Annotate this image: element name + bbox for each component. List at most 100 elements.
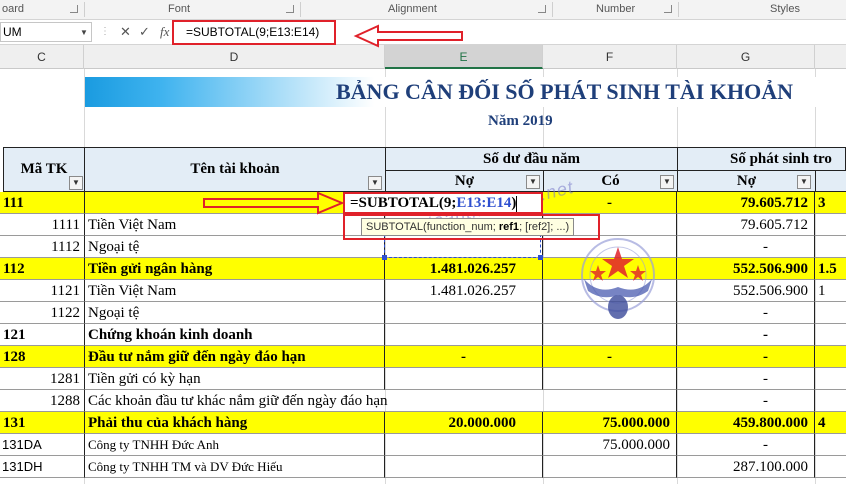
cell-name[interactable]: Chứng khoán kinh doanh — [85, 324, 385, 346]
range-handle[interactable] — [538, 255, 543, 260]
cell-name[interactable]: Tiền Việt Nam — [85, 214, 385, 236]
cell-name[interactable]: Ngoại tệ — [85, 236, 385, 258]
cell-h[interactable] — [815, 456, 846, 478]
cell-code[interactable]: 1121 — [0, 280, 85, 302]
alignment-launcher-icon[interactable] — [538, 5, 546, 13]
cell-e[interactable] — [385, 368, 543, 390]
cell-name[interactable]: Tiền gửi ngân hàng — [85, 258, 385, 280]
cell-e[interactable]: 1.481.026.257 — [385, 280, 543, 302]
cell-g[interactable]: 552.506.900 — [677, 258, 815, 280]
table-row[interactable]: 131DH Công ty TNHH TM và DV Đức Hiếu 287… — [0, 456, 846, 478]
cell-code[interactable]: 131DH — [0, 456, 85, 478]
more-options-icon[interactable]: ⋮ — [100, 23, 110, 41]
cell-name[interactable]: Ngoại tệ — [85, 302, 385, 324]
cell-f[interactable] — [543, 324, 677, 346]
cell-e[interactable]: 20.000.000 — [385, 412, 543, 434]
cell-code[interactable]: 131 — [0, 412, 85, 434]
cell-h[interactable] — [815, 236, 846, 258]
number-launcher-icon[interactable] — [664, 5, 672, 13]
cell-name[interactable]: Công ty TNHH TM và DV Đức Hiếu — [85, 456, 385, 478]
clipboard-launcher-icon[interactable] — [70, 5, 78, 13]
filter-dropdown-icon[interactable]: ▼ — [660, 175, 674, 189]
font-launcher-icon[interactable] — [286, 5, 294, 13]
cell-name[interactable]: Các khoản đầu tư khác nắm giữ đến ngày đ… — [85, 390, 543, 412]
cell-code[interactable]: 1111 — [0, 214, 85, 236]
cell-g[interactable]: - — [677, 368, 815, 390]
cell-f[interactable] — [543, 390, 677, 412]
cell-h[interactable]: 4 — [815, 412, 846, 434]
function-tooltip[interactable]: SUBTOTAL(function_num; ref1; [ref2]; ...… — [361, 218, 575, 236]
cell-code[interactable]: 1112 — [0, 236, 85, 258]
table-row[interactable]: 131DA Công ty TNHH Đức Anh 75.000.000 - — [0, 434, 846, 456]
cell-h[interactable] — [815, 368, 846, 390]
cell-code[interactable]: 128 — [0, 346, 85, 368]
cell-e[interactable]: 1.481.026.257 — [385, 258, 543, 280]
cell-h[interactable] — [815, 324, 846, 346]
cell-h[interactable]: 1 — [815, 280, 846, 302]
cell-f[interactable]: 75.000.000 — [543, 434, 677, 456]
table-row[interactable]: 131 Phải thu của khách hàng 20.000.000 7… — [0, 412, 846, 434]
enter-check-icon[interactable]: ✓ — [139, 23, 150, 41]
range-handle[interactable] — [382, 255, 387, 260]
cell-g[interactable]: - — [677, 390, 815, 412]
cell-e[interactable] — [385, 434, 543, 456]
cell-g[interactable]: 287.100.000 — [677, 456, 815, 478]
cell-name[interactable]: Tiền Việt Nam — [85, 280, 385, 302]
cell-code[interactable]: 121 — [0, 324, 85, 346]
cell-g[interactable]: - — [677, 434, 815, 456]
filter-dropdown-icon[interactable]: ▼ — [69, 176, 83, 190]
in-cell-editor[interactable]: =SUBTOTAL(9;E13:E14) — [343, 192, 543, 214]
cell-name[interactable]: Tiền gửi có kỳ hạn — [85, 368, 385, 390]
name-box[interactable]: UM — [0, 22, 92, 42]
cell-code[interactable]: 1288 — [0, 390, 85, 412]
cell-g[interactable]: - — [677, 346, 815, 368]
column-header-h[interactable] — [815, 45, 846, 69]
cell-name[interactable]: Công ty TNHH Đức Anh — [85, 434, 385, 456]
cell-g[interactable]: 79.605.712 — [677, 192, 815, 214]
cell-g[interactable]: - — [677, 324, 815, 346]
table-row[interactable]: 1281 Tiền gửi có kỳ hạn - — [0, 368, 846, 390]
cell-e[interactable] — [385, 456, 543, 478]
cell-h[interactable] — [815, 302, 846, 324]
cell-g[interactable]: 79.605.712 — [677, 214, 815, 236]
cell-e[interactable]: - — [385, 346, 543, 368]
cancel-icon[interactable]: ✕ — [120, 23, 131, 41]
table-row[interactable]: 128 Đầu tư nắm giữ đến ngày đáo hạn - - … — [0, 346, 846, 368]
cell-h[interactable] — [815, 346, 846, 368]
cell-code[interactable]: 112 — [0, 258, 85, 280]
cell-f[interactable]: 75.000.000 — [543, 412, 677, 434]
table-row[interactable]: 112 Tiền gửi ngân hàng 1.481.026.257 552… — [0, 258, 846, 280]
cell-h[interactable] — [815, 214, 846, 236]
column-header-g[interactable]: G — [677, 45, 815, 69]
worksheet[interactable]: BẢNG CÂN ĐỐI SỐ PHÁT SINH TÀI KHOẢN Năm … — [0, 69, 846, 484]
table-row[interactable]: 121 Chứng khoán kinh doanh - — [0, 324, 846, 346]
cell-h[interactable] — [815, 434, 846, 456]
table-row[interactable]: 1121 Tiền Việt Nam 1.481.026.257 552.506… — [0, 280, 846, 302]
table-row[interactable]: 1122 Ngoại tệ - — [0, 302, 846, 324]
cell-code[interactable]: 131DA — [0, 434, 85, 456]
column-header-c[interactable]: C — [0, 45, 84, 69]
column-header-f[interactable]: F — [543, 45, 677, 69]
cell-name[interactable]: Đầu tư nắm giữ đến ngày đáo hạn — [85, 346, 385, 368]
table-row[interactable]: 1288 Các khoản đầu tư khác nắm giữ đến n… — [0, 390, 846, 412]
cell-f[interactable] — [543, 368, 677, 390]
cell-h[interactable]: 1.5 — [815, 258, 846, 280]
cell-e[interactable] — [385, 324, 543, 346]
cell-code[interactable]: 1122 — [0, 302, 85, 324]
column-header-d[interactable]: D — [84, 45, 385, 69]
cell-h[interactable]: 3 — [815, 192, 846, 214]
cell-g[interactable]: 459.800.000 — [677, 412, 815, 434]
cell-name[interactable]: Phải thu của khách hàng — [85, 412, 385, 434]
cell-g[interactable]: - — [677, 236, 815, 258]
cell-h[interactable] — [815, 390, 846, 412]
cell-f[interactable] — [543, 456, 677, 478]
cell-code[interactable]: 1281 — [0, 368, 85, 390]
cell-g[interactable]: 552.506.900 — [677, 280, 815, 302]
cell-g[interactable]: - — [677, 302, 815, 324]
cell-code[interactable]: 111 — [0, 192, 85, 214]
chevron-down-icon[interactable]: ▼ — [80, 28, 88, 37]
filter-dropdown-icon[interactable]: ▼ — [797, 175, 811, 189]
cell-e[interactable] — [385, 302, 543, 324]
filter-dropdown-icon[interactable]: ▼ — [368, 176, 382, 190]
insert-function-icon[interactable]: fx — [160, 23, 169, 41]
